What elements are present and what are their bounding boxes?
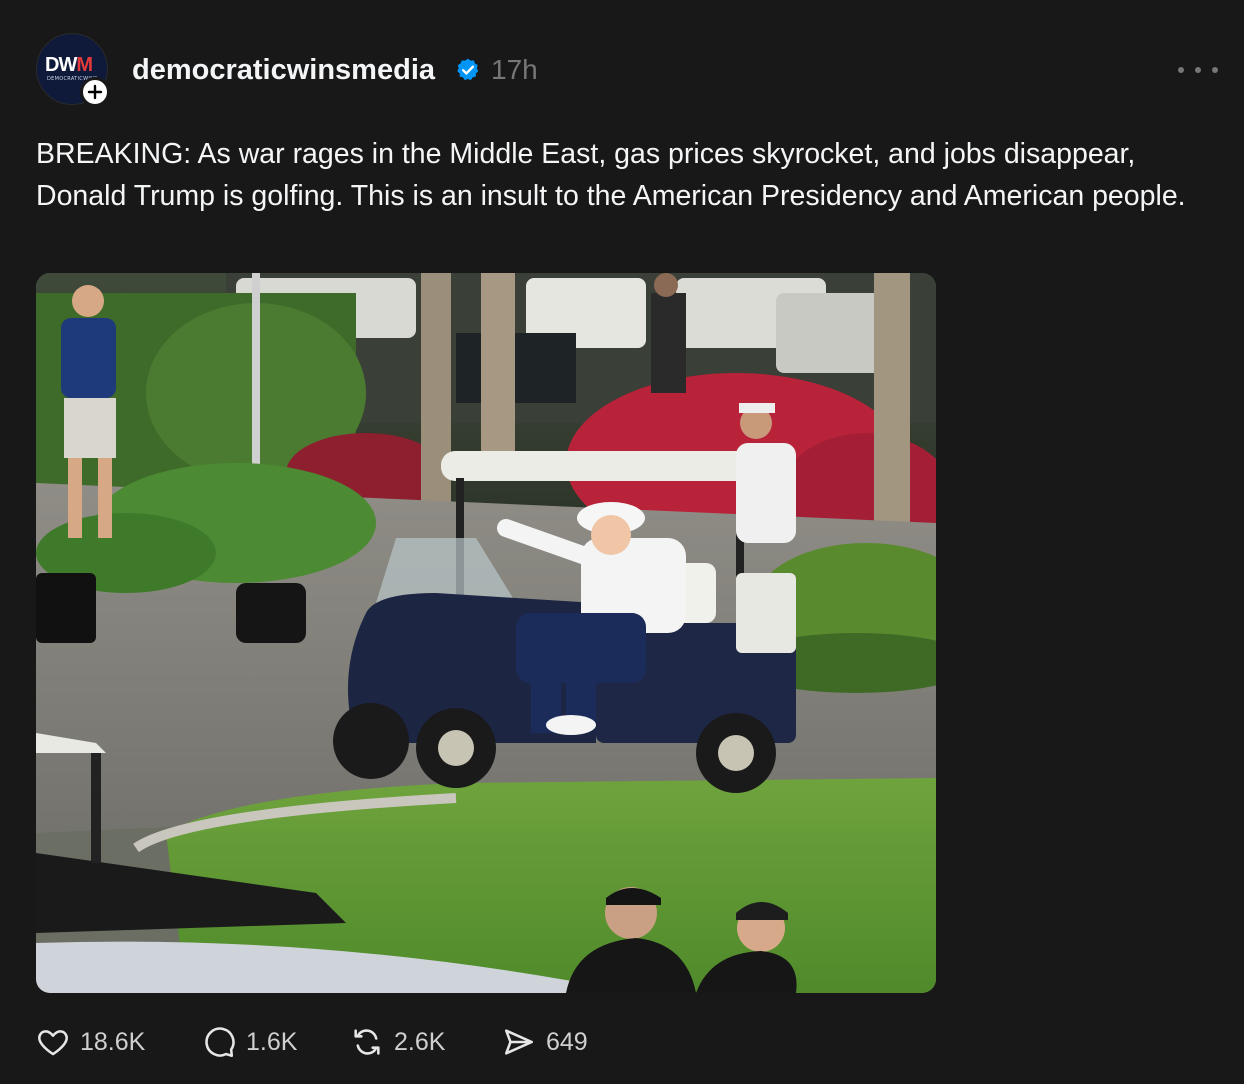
repost-icon <box>354 1029 380 1055</box>
post-image[interactable] <box>36 273 936 993</box>
golf-cart-photo <box>36 273 936 993</box>
share-button[interactable]: 649 <box>502 1020 588 1064</box>
repost-count: 2.6K <box>394 1027 446 1056</box>
plus-icon <box>87 84 103 100</box>
author-avatar[interactable]: DWM DEMOCRATICWINS <box>36 33 110 107</box>
verified-badge-icon <box>457 58 479 81</box>
ellipsis-icon <box>1178 67 1184 73</box>
share-count: 649 <box>546 1027 588 1056</box>
avatar-logo-text: DWM <box>45 54 93 76</box>
like-button[interactable]: 18.6K <box>36 1020 145 1064</box>
post-caption: BREAKING: As war rages in the Middle Eas… <box>36 138 1186 212</box>
send-icon <box>504 1029 534 1055</box>
reply-button[interactable]: 1.6K <box>202 1020 297 1064</box>
more-options-button[interactable] <box>1178 58 1218 82</box>
follow-button[interactable] <box>80 77 110 107</box>
post-timestamp: 17h <box>491 54 538 85</box>
threads-post: DWM DEMOCRATICWINS democraticwinsmedia 1… <box>0 0 1244 1084</box>
repost-button[interactable]: 2.6K <box>350 1020 445 1064</box>
like-count: 18.6K <box>80 1027 146 1056</box>
reply-count: 1.6K <box>246 1027 298 1056</box>
author-username[interactable]: democraticwinsmedia <box>132 52 435 88</box>
heart-icon <box>38 1030 68 1056</box>
comment-icon <box>205 1027 235 1058</box>
